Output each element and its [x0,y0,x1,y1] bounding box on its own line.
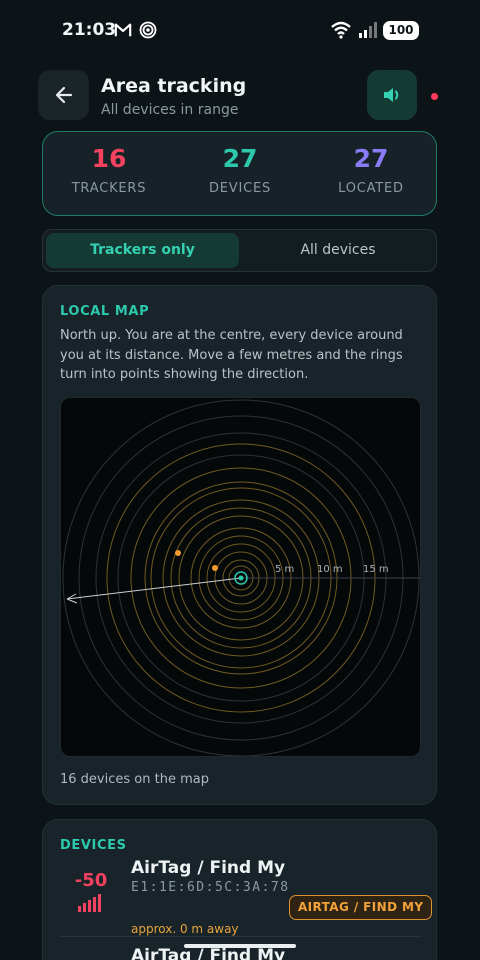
stat-devices: 27 DEVICES [175,144,305,196]
stats-panel: 16 TRACKERS 27 DEVICES 27 LOCATED [42,131,437,216]
recording-indicator [431,93,438,100]
map-device-count: 16 devices on the map [60,772,209,787]
wifi-icon [331,21,351,39]
device-name[interactable]: AirTag / Find My [131,946,285,960]
sound-button[interactable] [367,70,417,120]
device-type-badge: AIRTAG / FIND MY [289,895,433,920]
ring-label-10m: 10 m [317,564,343,575]
home-indicator[interactable] [184,944,296,948]
stat-located: 27 LOCATED [306,144,436,196]
tab-trackers-only[interactable]: Trackers only [46,233,239,268]
speaker-icon [384,88,399,102]
stat-located-value: 27 [353,144,389,173]
devices-card: DEVICES -50 AirTag / Find My E1:1E:6D:5C… [42,819,437,960]
arrow-left-icon [55,86,72,104]
direction-arrow [66,577,242,600]
stat-trackers-label: TRACKERS [71,181,147,196]
local-map-card: LOCAL MAP North up. You are at the centr… [42,285,437,805]
local-map-heading: LOCAL MAP [60,304,150,319]
page-title: Area tracking [101,75,247,97]
stat-trackers: 16 TRACKERS [44,144,174,196]
stat-trackers-value: 16 [91,144,127,173]
status-time: 21:03 [62,20,117,40]
device-mac: E1:1E:6D:5C:3A:78 [131,880,290,895]
stat-located-label: LOCATED [338,181,404,196]
stat-devices-value: 27 [222,144,258,173]
ring-label-15m: 15 m [363,564,389,575]
page-subtitle: All devices in range [101,102,239,118]
signal-strength-icon [78,894,101,912]
device-point[interactable] [212,565,218,571]
device-point[interactable] [175,550,181,556]
radio-icon [139,21,157,39]
stat-devices-label: DEVICES [208,181,272,196]
status-bar: 21:03 100 [0,0,480,60]
filter-tabs: Trackers only All devices [42,229,437,272]
signal-icon [359,22,377,38]
ring-label-5m: 5 m [275,564,294,575]
local-map-description: North up. You are at the centre, every d… [60,328,403,382]
device-row[interactable]: -50 AirTag / Find My E1:1E:6D:5C:3A:78 A… [43,832,438,936]
tab-all-devices[interactable]: All devices [243,233,433,268]
battery-icon: 100 [383,21,419,40]
row-divider [59,936,422,937]
device-distance: approx. 0 m away [131,922,239,936]
back-button[interactable] [38,70,89,120]
device-rssi: -50 [74,870,108,891]
device-name: AirTag / Find My [131,858,286,878]
user-location-dot [238,575,244,581]
radar-canvas: 5 m 10 m 15 m [62,399,420,756]
gmail-icon [114,23,132,37]
radar-map[interactable]: 5 m 10 m 15 m [60,397,421,757]
